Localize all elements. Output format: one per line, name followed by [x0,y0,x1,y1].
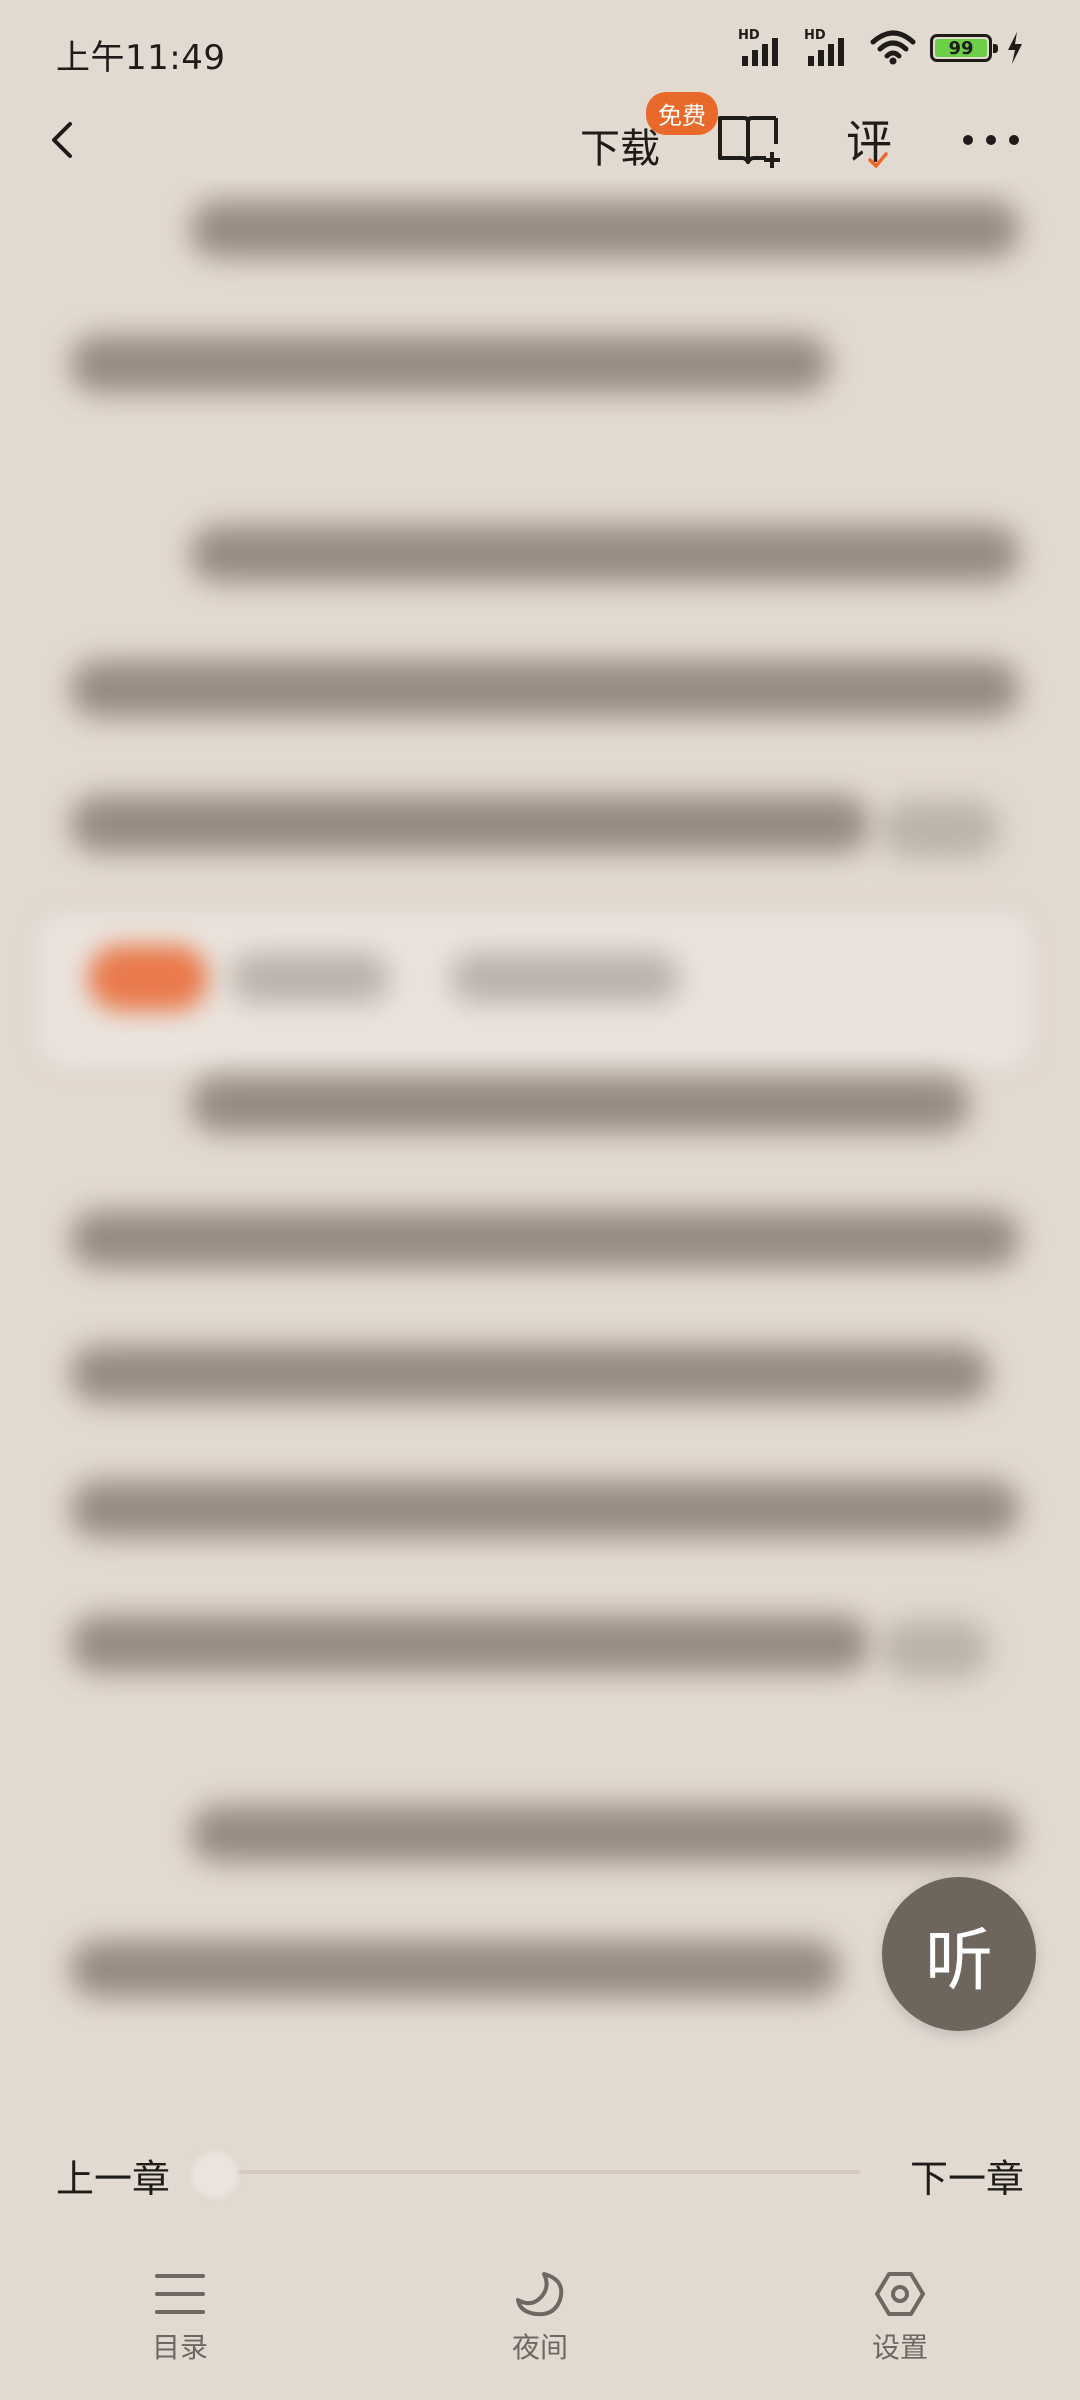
charging-icon [1008,32,1022,64]
blurred-text-line [70,335,830,393]
chapter-navigation: 上一章 下一章 [0,2130,1080,2210]
night-mode-label: 夜间 [511,2331,568,2364]
back-icon[interactable] [36,110,96,170]
night-mode-button[interactable]: 夜间 [460,2270,620,2366]
status-bar: 上午11:49 HD HD 99 [0,0,1080,100]
catalog-label: 目录 [151,2331,208,2364]
promo-text-blurred [230,953,390,1003]
blurred-text-line [880,800,1000,858]
blurred-text-line [190,1805,1020,1863]
reader-bottom-bar: 目录 夜间 设置 [0,2250,1080,2400]
signal-icon: HD [738,28,790,68]
status-time: 上午11:49 [56,38,226,78]
blurred-text-line [70,1615,870,1673]
signal-icon: HD [804,28,856,68]
blurred-text-line [70,1345,990,1403]
moon-icon [516,2272,564,2317]
chapter-progress-slider[interactable] [220,2170,860,2174]
blurred-text-line [70,660,1020,718]
reader-toolbar: 下载 免费 评 [0,92,1080,180]
promo-text-blurred [450,953,680,1003]
menu-icon [155,2274,205,2314]
blurred-text-line [190,525,1020,583]
check-icon [868,152,888,168]
blurred-text-line [70,1940,840,1998]
free-badge: 免费 [646,92,718,135]
promo-tag-blurred [88,945,208,1011]
blurred-text-line [70,795,870,853]
blurred-text-line [190,200,1020,258]
reading-content-blurred [0,180,1080,2040]
catalog-button[interactable]: 目录 [100,2270,260,2366]
blurred-text-line [70,1480,1020,1538]
battery-level: 99 [935,38,987,59]
chapter-progress-thumb[interactable] [192,2152,238,2198]
blurred-text-line [190,1075,970,1133]
blurred-text-line [70,1210,1020,1268]
settings-icon [875,2272,925,2316]
battery-icon: 99 [930,34,998,62]
next-chapter-button[interactable]: 下一章 [910,2148,1024,2203]
settings-label: 设置 [871,2331,928,2364]
blurred-text-line [880,1620,990,1678]
more-icon[interactable] [960,120,1022,160]
review-button[interactable]: 评 [846,106,902,172]
prev-chapter-button[interactable]: 上一章 [56,2148,170,2203]
settings-button[interactable]: 设置 [820,2270,980,2366]
listen-button[interactable]: 听 [882,1877,1036,2031]
add-to-bookshelf-icon[interactable] [716,110,780,170]
status-icons: HD HD 99 [738,28,1024,68]
wifi-icon [870,30,916,65]
